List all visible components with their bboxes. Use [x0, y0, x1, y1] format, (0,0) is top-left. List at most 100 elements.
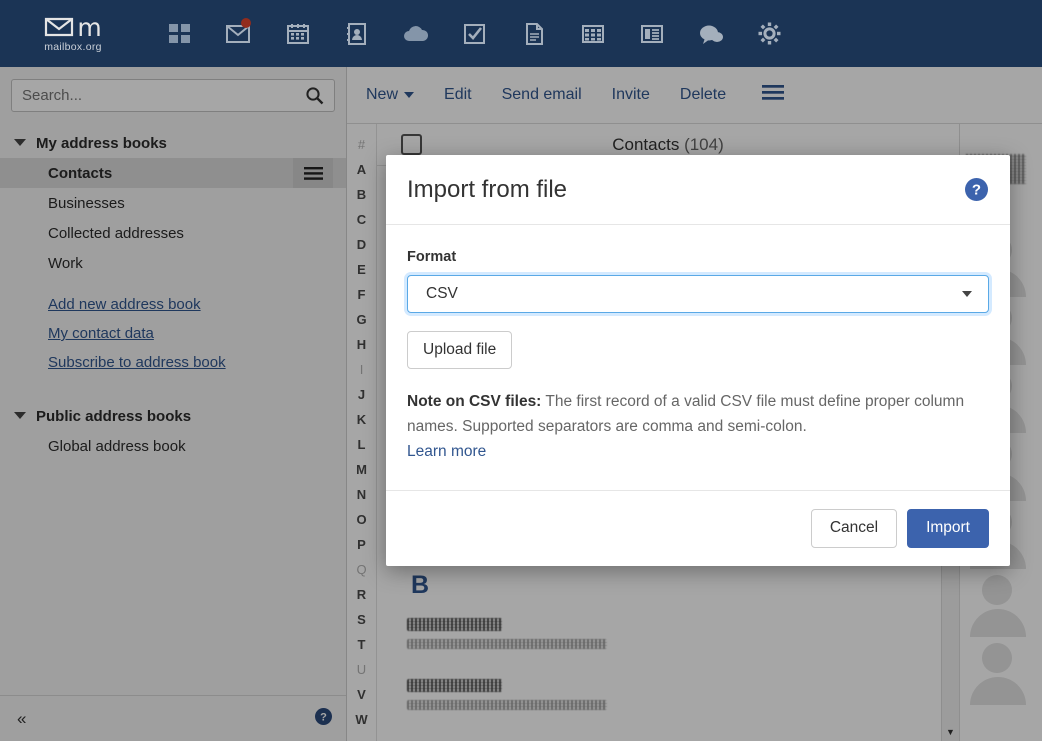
address-book-tree: My address books Contacts Businesses Col…: [0, 122, 346, 461]
list-title-count: (104): [684, 135, 724, 154]
alpha-index-item[interactable]: T: [347, 632, 376, 657]
tree-group-label: Public address books: [36, 408, 191, 425]
sidebar-item-global-address-book[interactable]: Global address book: [0, 431, 346, 461]
scroll-down-icon[interactable]: ▼: [942, 727, 959, 737]
csv-note: Note on CSV files: The first record of a…: [407, 389, 982, 464]
send-email-button[interactable]: Send email: [502, 82, 596, 108]
tree-group-public-address-books[interactable]: Public address books: [0, 401, 346, 431]
search-box[interactable]: [11, 79, 335, 112]
alpha-index-item[interactable]: P: [347, 532, 376, 557]
avatar: [960, 569, 1042, 637]
import-from-file-dialog: Import from file ? Format CSV Upload fil…: [386, 155, 1010, 566]
alpha-index-item[interactable]: O: [347, 507, 376, 532]
cancel-button[interactable]: Cancel: [811, 509, 897, 548]
alpha-index-item[interactable]: M: [347, 457, 376, 482]
chevron-down-icon[interactable]: [14, 139, 36, 147]
alpha-index-item[interactable]: N: [347, 482, 376, 507]
contact-name-redacted: [407, 618, 502, 631]
alpha-index-item[interactable]: J: [347, 382, 376, 407]
top-navigation-bar: m mailbox.org: [0, 0, 1042, 67]
dialog-body: Format CSV Upload file Note on CSV files…: [386, 225, 1010, 490]
format-select-value: CSV: [408, 285, 962, 303]
alpha-index-item[interactable]: K: [347, 407, 376, 432]
alpha-index-item[interactable]: W: [347, 707, 376, 732]
mail-icon[interactable]: [209, 6, 268, 61]
spreadsheet-icon[interactable]: [563, 6, 622, 61]
alpha-index-item[interactable]: S: [347, 607, 376, 632]
invite-button-label: Invite: [612, 86, 650, 104]
select-all-checkbox[interactable]: [401, 134, 422, 155]
alpha-index-item[interactable]: E: [347, 257, 376, 282]
add-new-address-book-link[interactable]: Add new address book: [48, 296, 346, 313]
toolbar-overflow-menu-icon[interactable]: [762, 85, 784, 105]
drive-cloud-icon[interactable]: [386, 6, 445, 61]
address-book-icon[interactable]: [327, 6, 386, 61]
sidebar-item-label: Businesses: [48, 195, 125, 212]
alpha-index-item[interactable]: B: [347, 182, 376, 207]
alpha-index-item[interactable]: U: [347, 657, 376, 682]
list-title-text: Contacts: [612, 135, 679, 154]
format-select[interactable]: CSV: [407, 275, 989, 313]
alpha-index-item[interactable]: Q: [347, 557, 376, 582]
address-book-menu-icon[interactable]: [293, 158, 333, 188]
alpha-index-item[interactable]: C: [347, 207, 376, 232]
settings-gear-icon[interactable]: [740, 6, 799, 61]
alpha-index-item[interactable]: A: [347, 157, 376, 182]
alpha-index-item[interactable]: F: [347, 282, 376, 307]
chat-icon[interactable]: [681, 6, 740, 61]
calendar-icon[interactable]: [268, 6, 327, 61]
search-input[interactable]: [12, 87, 305, 104]
search-container: [0, 67, 346, 122]
import-button[interactable]: Import: [907, 509, 989, 548]
presentation-icon[interactable]: [622, 6, 681, 61]
list-item[interactable]: [377, 667, 959, 728]
sidebar-item-label: Work: [48, 255, 83, 272]
sidebar-links: Add new address book My contact data Sub…: [0, 278, 346, 371]
sidebar-item-label: Global address book: [48, 438, 186, 455]
alpha-index-item[interactable]: G: [347, 307, 376, 332]
text-document-icon[interactable]: [504, 6, 563, 61]
delete-button[interactable]: Delete: [680, 82, 740, 108]
sidebar: My address books Contacts Businesses Col…: [0, 67, 347, 741]
sidebar-item-collected-addresses[interactable]: Collected addresses: [0, 218, 346, 248]
application-window: m mailbox.org: [0, 0, 1042, 741]
search-icon[interactable]: [305, 86, 334, 105]
sidebar-item-contacts[interactable]: Contacts: [0, 158, 346, 188]
alpha-index-item[interactable]: #: [347, 132, 376, 157]
alpha-index-item[interactable]: R: [347, 582, 376, 607]
tasks-icon[interactable]: [445, 6, 504, 61]
dialog-footer: Cancel Import: [386, 490, 1010, 566]
dialog-title: Import from file: [407, 176, 567, 204]
avatar: [960, 637, 1042, 705]
tree-group-my-address-books[interactable]: My address books: [0, 128, 346, 158]
learn-more-link[interactable]: Learn more: [407, 439, 486, 464]
alpha-index-item[interactable]: D: [347, 232, 376, 257]
sidebar-item-work[interactable]: Work: [0, 248, 346, 278]
collapse-sidebar-icon[interactable]: «: [17, 710, 26, 727]
help-circle-icon[interactable]: ?: [965, 178, 988, 201]
chevron-down-icon: [962, 291, 972, 297]
my-contact-data-link[interactable]: My contact data: [48, 325, 346, 342]
invite-button[interactable]: Invite: [612, 82, 664, 108]
edit-button[interactable]: Edit: [444, 82, 486, 108]
subscribe-to-address-book-link[interactable]: Subscribe to address book: [48, 354, 346, 371]
logo-letter-m: m: [77, 15, 101, 40]
contact-detail-redacted: [407, 700, 607, 710]
alpha-index-item[interactable]: L: [347, 432, 376, 457]
tree-group-label: My address books: [36, 135, 167, 152]
alpha-index-item[interactable]: V: [347, 682, 376, 707]
chevron-down-icon: [404, 92, 414, 98]
new-button[interactable]: New: [366, 82, 428, 108]
mailbox-logo[interactable]: m mailbox.org: [8, 15, 138, 53]
help-icon[interactable]: ?: [315, 708, 332, 730]
apps-grid-icon[interactable]: [150, 6, 209, 61]
sidebar-item-businesses[interactable]: Businesses: [0, 188, 346, 218]
upload-file-button[interactable]: Upload file: [407, 331, 512, 369]
alpha-index-item[interactable]: H: [347, 332, 376, 357]
chevron-down-icon[interactable]: [14, 412, 36, 420]
format-label: Format: [407, 249, 989, 265]
alpha-index-item[interactable]: I: [347, 357, 376, 382]
list-item[interactable]: [377, 606, 959, 667]
delete-button-label: Delete: [680, 86, 726, 104]
svg-text:?: ?: [320, 711, 327, 723]
